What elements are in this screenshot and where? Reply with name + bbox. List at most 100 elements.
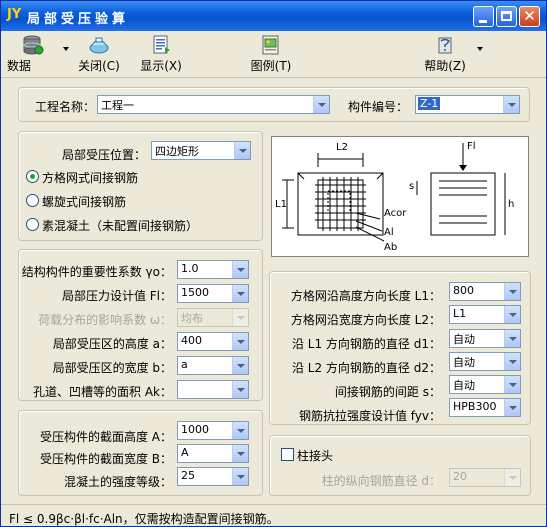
column-diameter-label: 柱的纵向钢筋直径 d： bbox=[321, 474, 441, 488]
chevron-down-icon[interactable] bbox=[232, 333, 248, 350]
chevron-down-icon[interactable] bbox=[504, 306, 520, 323]
data-dropdown-arrow-icon[interactable] bbox=[63, 47, 69, 51]
height-a-value: 400 bbox=[181, 334, 202, 347]
close-button[interactable]: 关闭(C) bbox=[75, 33, 123, 75]
chevron-down-icon[interactable] bbox=[232, 381, 248, 398]
influence-value: 均布 bbox=[181, 312, 203, 325]
status-text: Fl ≤ 0.9βc·βl·fc·Aln，仅需按构造配置间接钢筋。 bbox=[9, 512, 279, 526]
grid-l1-select[interactable]: 800 bbox=[449, 282, 521, 301]
column-diameter-select: 20 bbox=[449, 468, 521, 487]
figure-icon bbox=[262, 35, 279, 55]
window-title: 局部受压验算 bbox=[27, 12, 130, 27]
help-button-label: 帮助(Z) bbox=[424, 59, 466, 73]
close-window-button[interactable]: ✕ bbox=[519, 6, 540, 27]
radio-grid-mesh-label[interactable]: 方格网式间接钢筋 bbox=[42, 169, 138, 186]
position-label: 局部受压位置： bbox=[62, 148, 147, 162]
concrete-grade-label: 混凝土的强度等级： bbox=[63, 475, 172, 489]
chevron-down-icon[interactable] bbox=[503, 96, 519, 113]
radio-spiral-label[interactable]: 螺旋式间接钢筋 bbox=[42, 193, 126, 210]
display-button-label: 显示(X) bbox=[140, 59, 182, 73]
help-button[interactable]: 帮助(Z) bbox=[421, 33, 483, 75]
width-b-select[interactable]: a bbox=[177, 356, 249, 375]
chevron-down-icon[interactable] bbox=[504, 376, 520, 393]
grid-l2-select[interactable]: L1 bbox=[449, 305, 521, 324]
diagram-acor-label: Acor bbox=[384, 208, 407, 219]
main-window: JY 局部受压验算 ✕ 数据 关闭(C) 显示(X) 图例(T) 帮助(Z) 工… bbox=[0, 0, 547, 527]
grid-s-select[interactable]: 自动 bbox=[449, 375, 521, 394]
pressure-value: 1500 bbox=[181, 286, 209, 299]
column-head-checkbox[interactable] bbox=[281, 448, 294, 461]
grid-l2-label: 方格网沿宽度方向长度 L2： bbox=[290, 313, 441, 327]
diagram-l1-label: L1 bbox=[275, 199, 287, 210]
grid-l1-label: 方格网沿高度方向长度 L1： bbox=[290, 289, 441, 303]
radio-plain-concrete-label[interactable]: 素混凝土（未配置间接钢筋） bbox=[42, 217, 198, 234]
width-b-label: 局部受压区的宽度 b： bbox=[52, 361, 172, 375]
section-width-select[interactable]: A bbox=[177, 444, 249, 463]
grid-d1-select[interactable]: 自动 bbox=[449, 329, 521, 348]
chevron-down-icon bbox=[504, 469, 520, 486]
toolbar: 数据 关闭(C) 显示(X) 图例(T) 帮助(Z) bbox=[1, 31, 546, 78]
chevron-down-icon[interactable] bbox=[232, 261, 248, 278]
position-select[interactable]: 四边矩形 bbox=[151, 141, 251, 160]
help-dropdown-arrow-icon[interactable] bbox=[477, 47, 483, 51]
diagram-s-label: s bbox=[409, 181, 414, 192]
chevron-down-icon[interactable] bbox=[313, 96, 329, 113]
importance-select[interactable]: 1.0 bbox=[177, 260, 249, 279]
chevron-down-icon[interactable] bbox=[234, 142, 250, 159]
section-height-select[interactable]: 1000 bbox=[177, 421, 249, 440]
column-diameter-value: 20 bbox=[453, 470, 467, 483]
pressure-select[interactable]: 1500 bbox=[177, 284, 249, 303]
help-icon bbox=[438, 37, 452, 54]
close-file-icon bbox=[89, 37, 109, 54]
maximize-button[interactable] bbox=[496, 6, 517, 27]
close-button-label: 关闭(C) bbox=[78, 59, 120, 73]
grid-s-label: 间接钢筋的间距 s： bbox=[334, 385, 441, 399]
grid-d2-select[interactable]: 自动 bbox=[449, 352, 521, 371]
height-a-label: 局部受压区的高度 a： bbox=[52, 337, 172, 351]
chevron-down-icon[interactable] bbox=[232, 285, 248, 302]
diagram-h-label: h bbox=[508, 199, 514, 210]
project-name-select[interactable]: 工程一 bbox=[97, 95, 330, 114]
chevron-down-icon[interactable] bbox=[504, 330, 520, 347]
height-a-select[interactable]: 400 bbox=[177, 332, 249, 351]
close-icon: ✕ bbox=[523, 7, 536, 25]
maximize-icon bbox=[501, 11, 512, 21]
radio-spiral[interactable] bbox=[26, 194, 39, 207]
influence-label: 荷载分布的影响系数 ω： bbox=[38, 313, 172, 327]
radio-plain-concrete[interactable] bbox=[26, 218, 39, 231]
column-head-label[interactable]: 柱接头 bbox=[297, 447, 333, 464]
chevron-down-icon[interactable] bbox=[504, 283, 520, 300]
database-icon bbox=[23, 35, 44, 55]
figure-button[interactable]: 图例(T) bbox=[247, 33, 295, 75]
grid-fyv-value: HPB300 bbox=[453, 400, 497, 413]
grid-fyv-select[interactable]: HPB300 bbox=[449, 398, 521, 417]
document-icon bbox=[153, 35, 170, 54]
grid-fyv-label: 钢筋抗拉强度设计值 fyv： bbox=[298, 409, 441, 423]
data-button[interactable]: 数据 bbox=[7, 33, 69, 75]
influence-select: 均布 bbox=[177, 308, 249, 327]
grid-s-value: 自动 bbox=[453, 379, 475, 392]
grid-d2-label: 沿 L2 方向钢筋的直径 d2： bbox=[291, 361, 441, 375]
diagram-drawing: L2 L1 Fl Acor Al Ab s h bbox=[275, 141, 514, 253]
grid-l2-value: L1 bbox=[453, 307, 467, 320]
section-height-value: 1000 bbox=[181, 423, 209, 436]
minimize-button[interactable] bbox=[473, 6, 494, 27]
importance-label: 结构构件的重要性系数 γo： bbox=[21, 265, 172, 279]
chevron-down-icon[interactable] bbox=[232, 357, 248, 374]
chevron-down-icon[interactable] bbox=[232, 468, 248, 485]
chevron-down-icon[interactable] bbox=[232, 422, 248, 439]
minimize-icon bbox=[479, 20, 487, 23]
concrete-grade-select[interactable]: 25 bbox=[177, 467, 249, 486]
importance-value: 1.0 bbox=[181, 262, 199, 275]
hole-area-select[interactable] bbox=[177, 380, 249, 399]
chevron-down-icon[interactable] bbox=[232, 445, 248, 462]
project-name-value: 工程一 bbox=[101, 99, 134, 112]
chevron-down-icon[interactable] bbox=[504, 399, 520, 416]
grid-d2-value: 自动 bbox=[453, 356, 475, 369]
chevron-down-icon[interactable] bbox=[504, 353, 520, 370]
display-button[interactable]: 显示(X) bbox=[137, 33, 185, 75]
hole-area-label: 孔道、凹槽等的面积 Ak： bbox=[33, 385, 172, 399]
radio-grid-mesh[interactable] bbox=[26, 170, 39, 183]
component-code-select[interactable]: Z-1 bbox=[415, 95, 520, 114]
title-bar[interactable]: JY 局部受压验算 ✕ bbox=[1, 1, 546, 31]
